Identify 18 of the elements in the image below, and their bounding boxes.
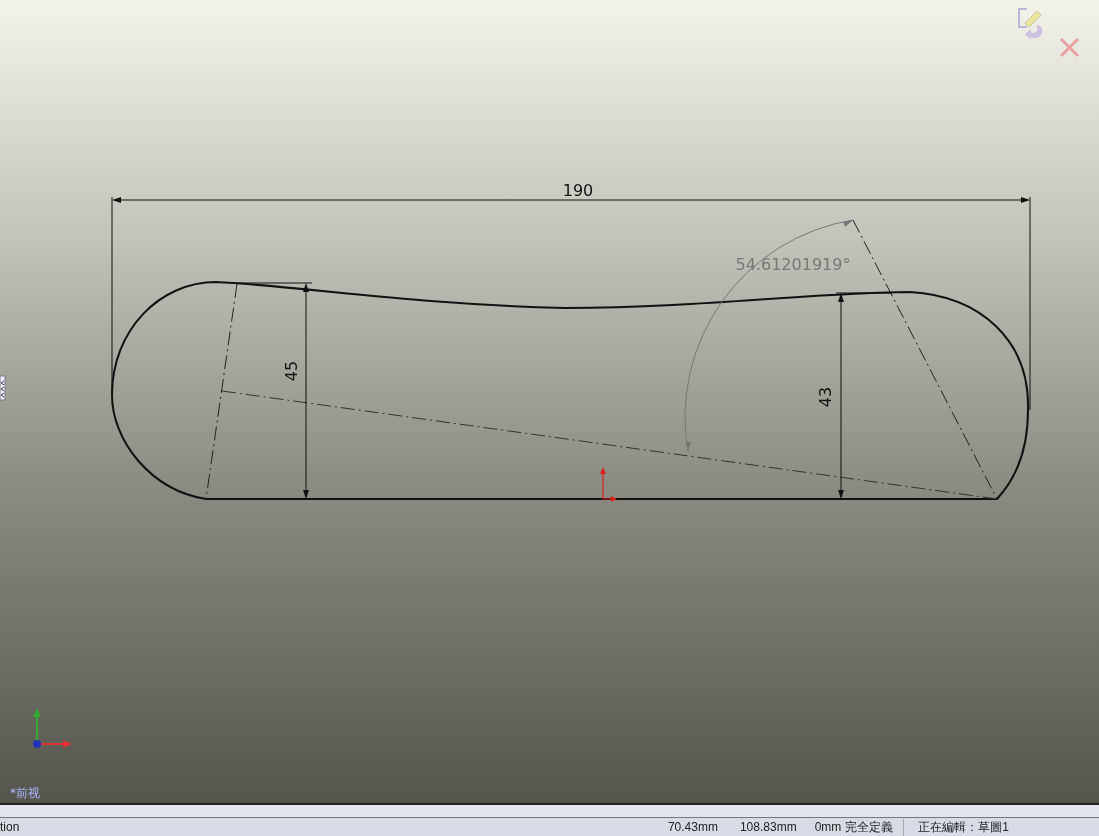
view-label: *前视 [10, 786, 40, 800]
status-text: 0mm [814, 820, 842, 834]
dimension-value[interactable]: 45 [282, 360, 301, 382]
dimension-line[interactable] [835, 292, 893, 499]
dimension-line[interactable] [236, 282, 313, 499]
status-text: 70.43mm [667, 820, 718, 834]
angle-dimension[interactable] [684, 219, 854, 453]
dimension-value[interactable]: 43 [816, 386, 835, 408]
axis-triad-icon [33, 708, 72, 748]
status-text: 正在編輯：草圖1 [918, 818, 1009, 836]
dimension-line[interactable] [111, 196, 1031, 411]
status-text: 108.83mm [739, 820, 797, 834]
status-text: tion [0, 820, 20, 834]
status-text: 完全定義 [845, 818, 905, 836]
dimension-value[interactable]: 190 [562, 181, 594, 200]
panel-handle-icon[interactable] [0, 375, 6, 401]
origin-icon [600, 467, 617, 502]
cancel-icon[interactable] [1059, 37, 1080, 58]
